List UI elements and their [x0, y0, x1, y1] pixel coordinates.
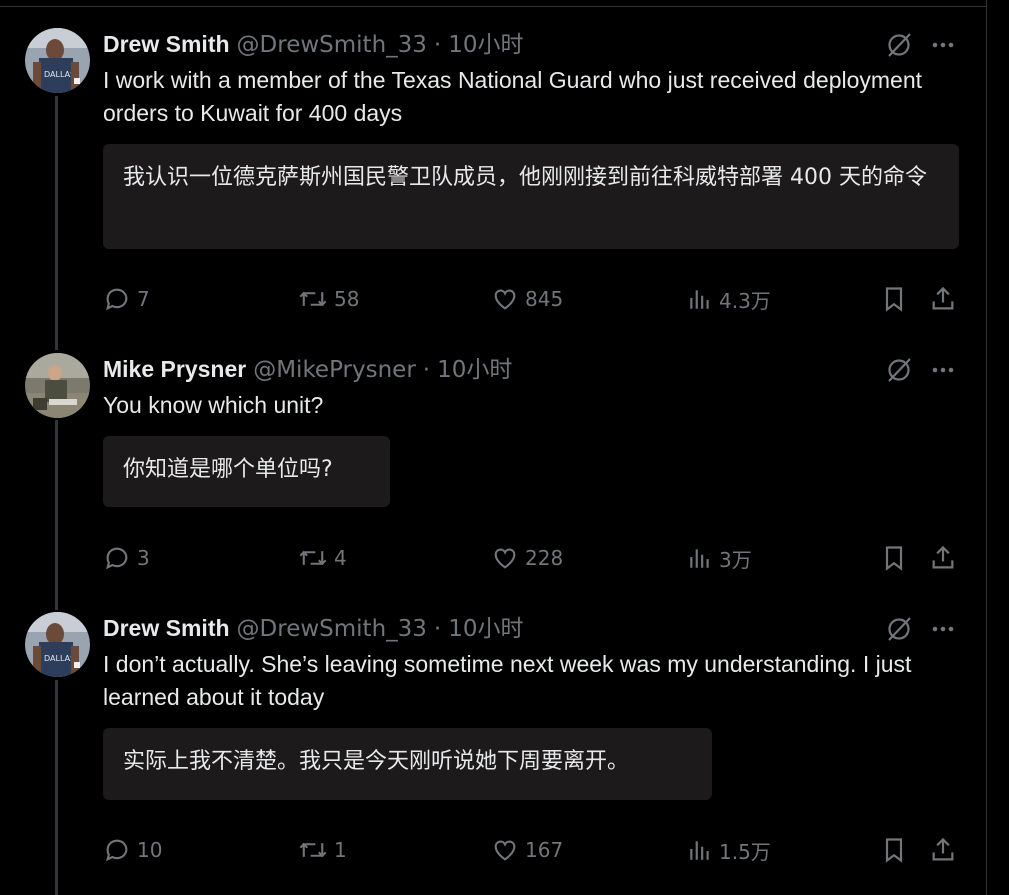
retweet-button[interactable]: 4: [298, 541, 347, 575]
reply-button[interactable]: 10: [103, 833, 162, 867]
like-count: 228: [525, 546, 564, 570]
views-count: 3万: [719, 547, 752, 572]
tweet-header: Drew Smith @DrewSmith_33 · 10小时: [103, 31, 524, 59]
like-icon: [494, 840, 516, 861]
avatar[interactable]: DALLAS: [25, 612, 90, 677]
reply-icon: [106, 547, 128, 570]
views-icon: [690, 549, 709, 568]
reply-icon: [106, 288, 128, 311]
translation-box: 实际上我不清楚。我只是今天刚听说她下周要离开。: [103, 728, 712, 800]
views-count: 1.5万: [719, 839, 771, 864]
retweet-icon: [299, 842, 327, 858]
bookmark-button[interactable]: [880, 833, 908, 867]
share-button[interactable]: [929, 833, 957, 867]
retweet-count: 1: [334, 838, 347, 862]
action-bar: 10 1 167 1.5万: [103, 833, 963, 867]
svg-text:DALLAS: DALLAS: [44, 70, 75, 79]
bookmark-button[interactable]: [880, 282, 908, 316]
display-name[interactable]: Drew Smith: [103, 615, 230, 641]
share-icon: [932, 286, 954, 310]
like-icon: [494, 548, 516, 569]
tweet[interactable]: DALLAS Drew Smith @DrewSmith_33 · 10小时 I…: [0, 600, 986, 895]
retweet-icon: [299, 291, 327, 307]
bookmark-icon: [885, 287, 903, 312]
tweet-header: Drew Smith @DrewSmith_33 · 10小时: [103, 615, 524, 643]
more-icon[interactable]: [930, 616, 956, 642]
tweet-text: I don’t actually. She’s leaving sometime…: [103, 651, 912, 710]
views-button[interactable]: 1.5万: [687, 833, 771, 867]
views-icon: [690, 841, 709, 860]
grok-icon[interactable]: [885, 31, 913, 59]
tweet[interactable]: Mike Prysner @MikePrysner · 10小时 You kno…: [0, 345, 986, 600]
display-name[interactable]: Mike Prysner: [103, 356, 246, 382]
views-button[interactable]: 4.3万: [687, 282, 771, 316]
views-button[interactable]: 3万: [687, 541, 752, 575]
retweet-count: 4: [334, 546, 347, 570]
tweet-text: I work with a member of the Texas Nation…: [103, 67, 923, 126]
like-count: 167: [525, 838, 564, 862]
retweet-button[interactable]: 1: [298, 833, 347, 867]
reply-count: 7: [137, 287, 150, 311]
like-button[interactable]: 228: [491, 541, 563, 575]
separator: ·: [433, 616, 442, 642]
svg-text:DALLAS: DALLAS: [44, 654, 75, 663]
reply-icon: [106, 839, 128, 862]
bookmark-icon: [885, 546, 903, 571]
views-count: 4.3万: [719, 288, 771, 313]
share-icon: [932, 837, 954, 861]
like-button[interactable]: 167: [491, 833, 563, 867]
conversation-thread: DALLAS Drew Smith @DrewSmith_33 · 10小时 I…: [0, 0, 1009, 895]
tweet[interactable]: DALLAS Drew Smith @DrewSmith_33 · 10小时 I…: [0, 0, 986, 345]
retweet-icon: [299, 550, 327, 566]
share-button[interactable]: [929, 282, 957, 316]
like-button[interactable]: 845: [491, 282, 563, 316]
timestamp[interactable]: 10小时: [448, 616, 523, 642]
like-icon: [494, 289, 516, 310]
reply-button[interactable]: 7: [103, 282, 150, 316]
bookmark-icon: [885, 838, 903, 863]
reply-count: 10: [137, 838, 163, 862]
avatar[interactable]: DALLAS: [25, 28, 90, 93]
timestamp[interactable]: 10小时: [448, 32, 523, 58]
reply-count: 3: [137, 546, 150, 570]
separator: ·: [422, 357, 431, 383]
handle[interactable]: @DrewSmith_33: [237, 32, 427, 58]
share-icon: [932, 545, 954, 569]
more-icon[interactable]: [930, 357, 956, 383]
translation-box: 你知道是哪个单位吗?: [103, 436, 390, 507]
avatar[interactable]: [25, 353, 90, 418]
handle[interactable]: @DrewSmith_33: [237, 616, 427, 642]
action-bar: 3 4 228 3万: [103, 541, 963, 575]
timestamp[interactable]: 10小时: [437, 357, 512, 383]
separator: ·: [433, 32, 442, 58]
display-name[interactable]: Drew Smith: [103, 31, 230, 57]
share-button[interactable]: [929, 541, 957, 575]
grok-icon[interactable]: [885, 356, 913, 384]
translation-box: 我认识一位德克萨斯州国民警卫队成员，他刚刚接到前往科威特部署 400 天的命令: [103, 144, 959, 249]
retweet-button[interactable]: 58: [298, 282, 359, 316]
more-icon[interactable]: [930, 32, 956, 58]
tweet-text: You know which unit?: [103, 392, 324, 418]
views-icon: [690, 290, 709, 309]
grok-icon[interactable]: [885, 615, 913, 643]
reply-button[interactable]: 3: [103, 541, 150, 575]
like-count: 845: [525, 287, 564, 311]
action-bar: 7 58 845 4.3万: [103, 282, 963, 316]
bookmark-button[interactable]: [880, 541, 908, 575]
column-divider: [986, 0, 987, 895]
handle[interactable]: @MikePrysner: [253, 357, 416, 383]
retweet-count: 58: [334, 287, 360, 311]
tweet-header: Mike Prysner @MikePrysner · 10小时: [103, 356, 512, 384]
